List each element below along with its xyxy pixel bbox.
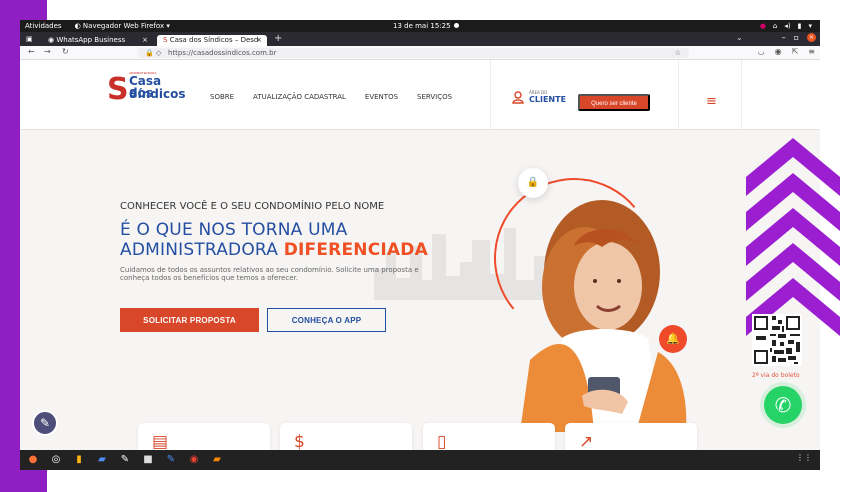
- close-tab-icon[interactable]: ×: [256, 35, 262, 46]
- notification-dot-icon: [453, 23, 459, 28]
- quero-ser-cliente-button[interactable]: Quero ser cliente: [578, 94, 650, 111]
- client-area-label: ÁREA DO CLIENTE: [529, 91, 567, 105]
- system-tray: ● ⌂ ◂) ▮ ▾: [760, 20, 812, 32]
- whatsapp-chat-button[interactable]: ✆: [764, 386, 802, 424]
- browser-name: Navegador Web Firefox: [82, 22, 165, 30]
- back-icon[interactable]: ←: [28, 47, 35, 56]
- hero-title-line2: ADMINISTRADORA DIFERENCIADA: [120, 240, 428, 260]
- battery-icon[interactable]: ▮: [798, 20, 802, 32]
- reload-icon[interactable]: ↻: [62, 47, 69, 56]
- conheca-o-app-button[interactable]: CONHEÇA O APP: [267, 308, 386, 332]
- text-file-dock-icon[interactable]: ▰: [210, 453, 224, 467]
- logo-name-line2: Síndicos: [129, 87, 186, 101]
- header-divider: [490, 60, 491, 130]
- website-content: S ADMINISTRADORA Casa dos Síndicos SOBRE…: [20, 60, 820, 465]
- dropdown-icon: ▾: [166, 22, 170, 30]
- clock[interactable]: 13 de mai 15:25: [393, 20, 459, 32]
- feature-cards: ▤ $ ▯ ↗: [138, 423, 698, 465]
- firefox-dock-icon[interactable]: ●: [26, 453, 40, 467]
- bell-icon: 🔔: [659, 325, 687, 353]
- firefox-icon: ◐: [74, 22, 81, 30]
- app-indicator-icon[interactable]: ●: [760, 20, 766, 32]
- hamburger-menu-icon[interactable]: ≡: [706, 94, 717, 109]
- hero-title-prefix: ADMINISTRADORA: [120, 240, 279, 260]
- topbar-left: Atividades ◐ Navegador Web Firefox ▾: [25, 20, 170, 32]
- system-top-bar: Atividades ◐ Navegador Web Firefox ▾ 13 …: [20, 20, 820, 32]
- accessibility-button[interactable]: ✎: [32, 410, 58, 436]
- tab-label: Casa dos Síndicos – Desd: [169, 36, 259, 44]
- new-tab-button[interactable]: +: [274, 33, 282, 44]
- hero-subtitle: CONHECER VOCÊ E O SEU CONDOMÍNIO PELO NO…: [120, 201, 385, 212]
- forward-icon[interactable]: →: [44, 47, 51, 56]
- browser-menu-icon[interactable]: ≡: [808, 47, 815, 56]
- purple-chevrons-graphic: [746, 138, 840, 336]
- extensions-icon[interactable]: ⇱: [792, 47, 799, 56]
- desktop-screen: Atividades ◐ Navegador Web Firefox ▾ 13 …: [20, 20, 820, 470]
- document-dock-icon[interactable]: ▰: [95, 453, 109, 467]
- site-favicon-icon: S: [163, 36, 168, 44]
- menu-atualizacao-cadastral[interactable]: ATUALIZAÇÃO CADASTRAL: [253, 93, 346, 101]
- window-controls: – ▫ ×: [782, 33, 816, 42]
- dock-taskbar: ● ◎ ▮ ▰ ✎ ■ ✎ ◉ ▰ ⋮⋮: [20, 450, 820, 470]
- hero-title-line1: É O QUE NOS TORNA UMA: [120, 220, 348, 240]
- activities-button[interactable]: Atividades: [25, 20, 62, 32]
- browser-actions: ◡ ◉ ⇱ ≡: [758, 47, 815, 56]
- network-icon[interactable]: ⌂: [773, 20, 777, 32]
- browser-tab-bar: ▣ ◉ WhatsApp Business × S Casa dos Síndi…: [20, 32, 820, 46]
- header-divider: [741, 60, 742, 130]
- bookmark-star-icon[interactable]: ☆: [675, 48, 681, 58]
- close-window-icon[interactable]: ×: [807, 33, 816, 42]
- tracking-shield-icon[interactable]: ◇: [156, 48, 161, 58]
- header-divider: [678, 60, 679, 130]
- tab-overview-icon[interactable]: ▣: [26, 35, 33, 43]
- casa-dos-sindicos-logo[interactable]: S ADMINISTRADORA Casa dos Síndicos: [107, 68, 187, 116]
- client-area-link[interactable]: ÁREA DO CLIENTE: [512, 91, 566, 104]
- hero-woman-image: [520, 200, 687, 432]
- files-dock-icon[interactable]: ▮: [72, 453, 86, 467]
- settings-dock-icon[interactable]: ◎: [49, 453, 63, 467]
- main-menu: SOBRE ATUALIZAÇÃO CADASTRAL EVENTOS SERV…: [210, 93, 452, 101]
- hero-section: CONHECER VOCÊ E O SEU CONDOMÍNIO PELO NO…: [20, 130, 820, 465]
- solicitar-proposta-button[interactable]: SOLICITAR PROPOSTA: [120, 308, 259, 332]
- menu-eventos[interactable]: EVENTOS: [365, 93, 398, 101]
- menu-servicos[interactable]: SERVIÇOS: [417, 93, 452, 101]
- url-text: https://casadossindicos.com.br: [168, 49, 277, 57]
- hero-description: Cuidamos de todos os assuntos relativos …: [120, 266, 419, 282]
- volume-icon[interactable]: ◂): [784, 20, 790, 32]
- tab-list-chevron-icon[interactable]: ⌄: [736, 33, 743, 42]
- address-bar[interactable]: 🔒 ◇ https://casadossindicos.com.br ☆: [138, 48, 689, 58]
- hero-title-accent: DIFERENCIADA: [283, 240, 428, 260]
- client-area-big-text: CLIENTE: [529, 95, 567, 104]
- show-apps-icon[interactable]: ⋮⋮: [796, 453, 812, 462]
- user-icon: [512, 91, 524, 104]
- logo-mark-icon: S: [107, 72, 129, 107]
- firefox-app-menu[interactable]: ◐ Navegador Web Firefox ▾: [75, 20, 170, 32]
- qr-code-image[interactable]: [752, 314, 802, 366]
- editor-dock-icon[interactable]: ✎: [118, 453, 132, 467]
- maximize-icon[interactable]: ▫: [794, 33, 799, 42]
- window-dock-icon[interactable]: ■: [141, 453, 155, 467]
- tab-label: WhatsApp Business: [56, 36, 126, 44]
- tab-casa-dos-sindicos[interactable]: S Casa dos Síndicos – Desd ×: [157, 35, 267, 46]
- page: Atividades ◐ Navegador Web Firefox ▾ 13 …: [0, 0, 841, 492]
- account-icon[interactable]: ◉: [775, 47, 782, 56]
- browser-navigation-bar: ← → ↻ 🔒 ◇ https://casadossindicos.com.br…: [20, 46, 820, 60]
- system-menu-chevron-icon[interactable]: ▾: [808, 20, 812, 32]
- notes-dock-icon[interactable]: ✎: [164, 453, 178, 467]
- close-tab-icon[interactable]: ×: [142, 35, 148, 46]
- tab-whatsapp-business[interactable]: ◉ WhatsApp Business ×: [42, 35, 153, 46]
- site-header: S ADMINISTRADORA Casa dos Síndicos SOBRE…: [20, 60, 820, 130]
- lock-icon: 🔒: [518, 168, 548, 198]
- whatsapp-tab-icon: ◉: [48, 36, 55, 44]
- minimize-icon[interactable]: –: [782, 33, 786, 42]
- accessibility-icon: ✎: [39, 416, 51, 430]
- boleto-label[interactable]: 2ª via do boleto: [752, 372, 800, 379]
- site-info-lock-icon[interactable]: 🔒: [145, 48, 154, 58]
- whatsapp-icon: ✆: [774, 393, 792, 417]
- pocket-icon[interactable]: ◡: [758, 47, 765, 56]
- menu-sobre[interactable]: SOBRE: [210, 93, 234, 101]
- chrome-dock-icon[interactable]: ◉: [187, 453, 201, 467]
